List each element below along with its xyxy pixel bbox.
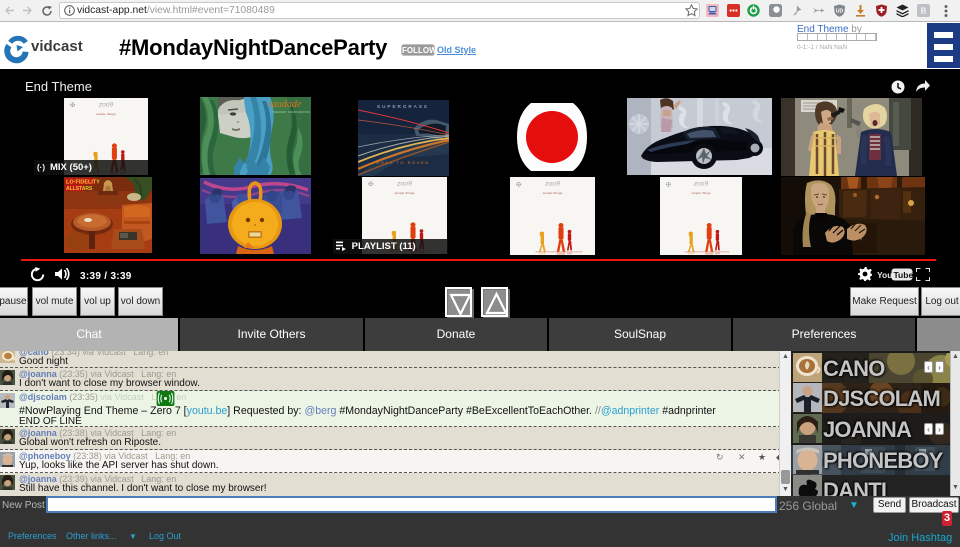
svg-text:ALLSTARS: ALLSTARS [66, 186, 93, 192]
svg-text:B: B [921, 7, 927, 16]
svg-text:LO·FIDELITY: LO·FIDELITY [66, 180, 100, 186]
svg-text:You: You [877, 270, 892, 280]
svg-text:...: ... [298, 116, 301, 120]
svg-text:SUPERGRASS: SUPERGRASS [377, 104, 429, 109]
svg-text:THIEVERY CORPORATION: THIEVERY CORPORATION [272, 110, 310, 114]
svg-text:UD: UD [836, 9, 844, 15]
svg-text:saudade: saudade [268, 99, 302, 110]
svg-text:Tube: Tube [894, 270, 914, 280]
svg-text:ROAD TO ROUEN: ROAD TO ROUEN [376, 160, 429, 165]
